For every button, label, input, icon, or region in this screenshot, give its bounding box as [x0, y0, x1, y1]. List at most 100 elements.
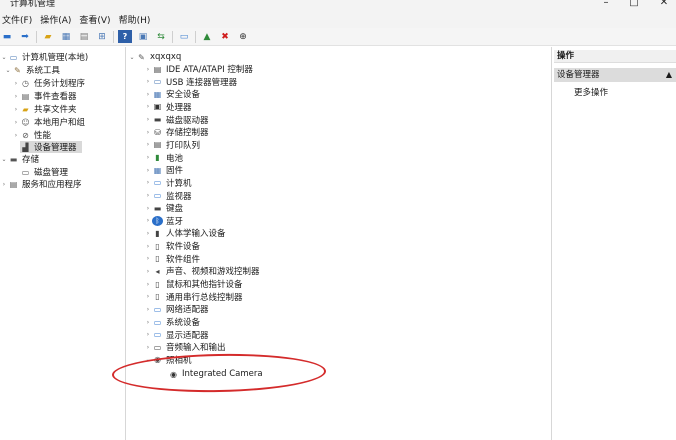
- menu-view[interactable]: 查看(V): [77, 13, 116, 26]
- maximize-icon[interactable]: □: [624, 0, 644, 8]
- tree-item-label: 共享文件夹: [34, 105, 77, 115]
- tree-item-device-manager[interactable]: ▟ 设备管理器: [20, 141, 82, 153]
- device-category[interactable]: › ⛁ 存储控制器: [144, 126, 209, 139]
- device-category-label: 软件设备: [166, 242, 201, 253]
- computer-icon: ▭: [153, 178, 162, 188]
- expand-arrow-icon[interactable]: ›: [144, 154, 152, 161]
- menu-help[interactable]: 帮助(H): [117, 13, 157, 26]
- expand-arrow-icon[interactable]: ›: [144, 243, 152, 250]
- device-category[interactable]: › ▮ 电池: [144, 152, 183, 164]
- expand-arrow-icon[interactable]: ›: [144, 78, 152, 85]
- tree-item-storage[interactable]: ⌄ ▬ 存储: [0, 153, 39, 166]
- expand-arrow-icon[interactable]: ›: [144, 217, 152, 224]
- event-icon: ▤: [21, 91, 30, 101]
- expand-arrow-icon[interactable]: ›: [144, 255, 152, 262]
- expand-arrow-icon[interactable]: ›: [144, 91, 152, 98]
- update-driver-icon[interactable]: ⊕: [236, 30, 250, 43]
- uninstall-icon[interactable]: ✖: [218, 30, 232, 43]
- expand-arrow-icon[interactable]: ›: [144, 179, 152, 186]
- expand-arrow-icon[interactable]: ›: [0, 181, 8, 188]
- expand-arrow-icon[interactable]: ›: [144, 344, 152, 351]
- enable-icon[interactable]: ▲: [200, 30, 214, 43]
- collapse-arrow-icon[interactable]: ⌄: [4, 67, 12, 74]
- tree-item-performance[interactable]: › ⊘ 性能: [12, 129, 51, 142]
- device-category[interactable]: › ▭ 监视器: [144, 190, 192, 202]
- actions-section-device-manager[interactable]: 设备管理器 ▲: [554, 68, 676, 82]
- more-actions-link[interactable]: 更多操作: [574, 86, 608, 98]
- expand-arrow-icon[interactable]: ›: [144, 205, 152, 212]
- device-category[interactable]: › ▭ 网络适配器: [144, 303, 209, 316]
- menu-bar: 文件(F) 操作(A) 查看(V) 帮助(H): [0, 10, 676, 28]
- monitor-icon[interactable]: ▭: [177, 30, 191, 43]
- collapse-arrow-icon[interactable]: ⌄: [0, 54, 8, 61]
- expand-arrow-icon[interactable]: ›: [12, 80, 20, 87]
- expand-arrow-icon[interactable]: ›: [144, 167, 152, 174]
- tree-item-disk-management[interactable]: ▭ 磁盘管理: [20, 166, 68, 179]
- device-category[interactable]: › ▭ 显示适配器: [144, 329, 209, 341]
- expand-arrow-icon[interactable]: ›: [144, 268, 152, 275]
- export-icon[interactable]: ⊞: [95, 30, 109, 43]
- expand-arrow-icon[interactable]: ›: [144, 66, 152, 73]
- device-category[interactable]: › ▭ 计算机: [144, 177, 192, 189]
- menu-file[interactable]: 文件(F): [0, 13, 38, 26]
- storage-controller-icon: ⛁: [154, 127, 161, 137]
- device-category[interactable]: › ▬ 磁盘驱动器: [144, 114, 209, 126]
- tree-item-services-apps[interactable]: › ▤ 服务和应用程序: [0, 178, 82, 191]
- expand-arrow-icon[interactable]: ›: [144, 293, 152, 300]
- close-window-icon[interactable]: ✕: [654, 0, 674, 8]
- console-tree-icon[interactable]: ▦: [59, 30, 73, 43]
- back-icon[interactable]: ▬: [0, 30, 14, 43]
- device-category[interactable]: › ▦ 安全设备: [144, 88, 200, 101]
- menu-action[interactable]: 操作(A): [38, 13, 77, 26]
- up-folder-icon[interactable]: ▰: [41, 30, 55, 43]
- expand-arrow-icon[interactable]: ›: [144, 281, 152, 288]
- expand-arrow-icon[interactable]: ›: [144, 103, 152, 110]
- device-category[interactable]: › ▬ 键盘: [144, 202, 183, 215]
- expand-arrow-icon[interactable]: ›: [144, 306, 152, 313]
- device-category[interactable]: › ▯ 鼠标和其他指针设备: [144, 278, 243, 291]
- expand-arrow-icon[interactable]: ›: [12, 132, 20, 139]
- device-category[interactable]: › ▯ 软件组件: [144, 253, 200, 265]
- device-category[interactable]: › ▣ 处理器: [144, 101, 192, 113]
- device-root[interactable]: ⌄ ✎ xqxqxq: [128, 51, 181, 63]
- properties-icon[interactable]: ▤: [77, 30, 91, 43]
- collapse-arrow-icon[interactable]: ⌄: [128, 54, 136, 61]
- tree-item-event-viewer[interactable]: › ▤ 事件查看器: [12, 90, 77, 103]
- device-category-label: 通用串行总线控制器: [166, 292, 243, 303]
- tree-item-local-users[interactable]: › ☺ 本地用户和组: [12, 116, 85, 129]
- device-category[interactable]: › ▭ 系统设备: [144, 316, 200, 329]
- expand-arrow-icon[interactable]: ›: [144, 319, 152, 326]
- refresh-icon[interactable]: ⇆: [154, 30, 168, 43]
- device-category[interactable]: › ▯ 软件设备: [144, 240, 201, 253]
- device-category[interactable]: › ▤ IDE ATA/ATAPI 控制器: [144, 63, 253, 76]
- device-category[interactable]: › ▯ 通用串行总线控制器: [144, 291, 243, 303]
- tree-item-system-tools[interactable]: ⌄ ✎ 系统工具: [4, 64, 60, 77]
- device-category[interactable]: › ▦ 固件: [144, 164, 183, 177]
- device-category[interactable]: › ◂ 声音、视频和游戏控制器: [144, 265, 260, 278]
- tree-item-task-scheduler[interactable]: › ◷ 任务计划程序: [12, 77, 85, 90]
- collapse-arrow-icon[interactable]: ⌄: [0, 156, 8, 163]
- device-category[interactable]: › ▭ 音频输入和输出: [144, 341, 226, 354]
- expand-arrow-icon[interactable]: ›: [144, 129, 152, 136]
- expand-arrow-icon[interactable]: ›: [144, 116, 152, 123]
- expand-arrow-icon[interactable]: ›: [144, 230, 152, 237]
- device-category[interactable]: › ▭ USB 连接器管理器: [144, 76, 237, 88]
- expand-arrow-icon[interactable]: ›: [144, 141, 152, 148]
- view-icon[interactable]: ▣: [136, 30, 150, 43]
- help-icon[interactable]: ?: [118, 30, 132, 43]
- minimize-icon[interactable]: –: [596, 0, 616, 8]
- tree-item-computer-management[interactable]: ⌄ ▭ 计算机管理(本地): [0, 51, 88, 64]
- expand-arrow-icon[interactable]: ›: [12, 93, 20, 100]
- tree-item-shared-folders[interactable]: › ▰ 共享文件夹: [12, 103, 77, 116]
- expand-arrow-icon[interactable]: ›: [12, 119, 20, 126]
- collapse-up-icon[interactable]: ▲: [666, 68, 672, 82]
- device-category[interactable]: › ᛒ 蓝牙: [144, 215, 183, 227]
- expand-arrow-icon[interactable]: ›: [144, 331, 152, 338]
- actions-pane: 操作 设备管理器 ▲ 更多操作: [554, 47, 676, 440]
- forward-icon[interactable]: ➡: [18, 30, 32, 43]
- device-category[interactable]: › ▮ 人体学输入设备: [144, 227, 226, 240]
- expand-arrow-icon[interactable]: ›: [144, 192, 152, 199]
- tree-item-label: 事件查看器: [34, 92, 77, 102]
- expand-arrow-icon[interactable]: ›: [12, 106, 20, 113]
- device-category[interactable]: › ▤ 打印队列: [144, 139, 200, 151]
